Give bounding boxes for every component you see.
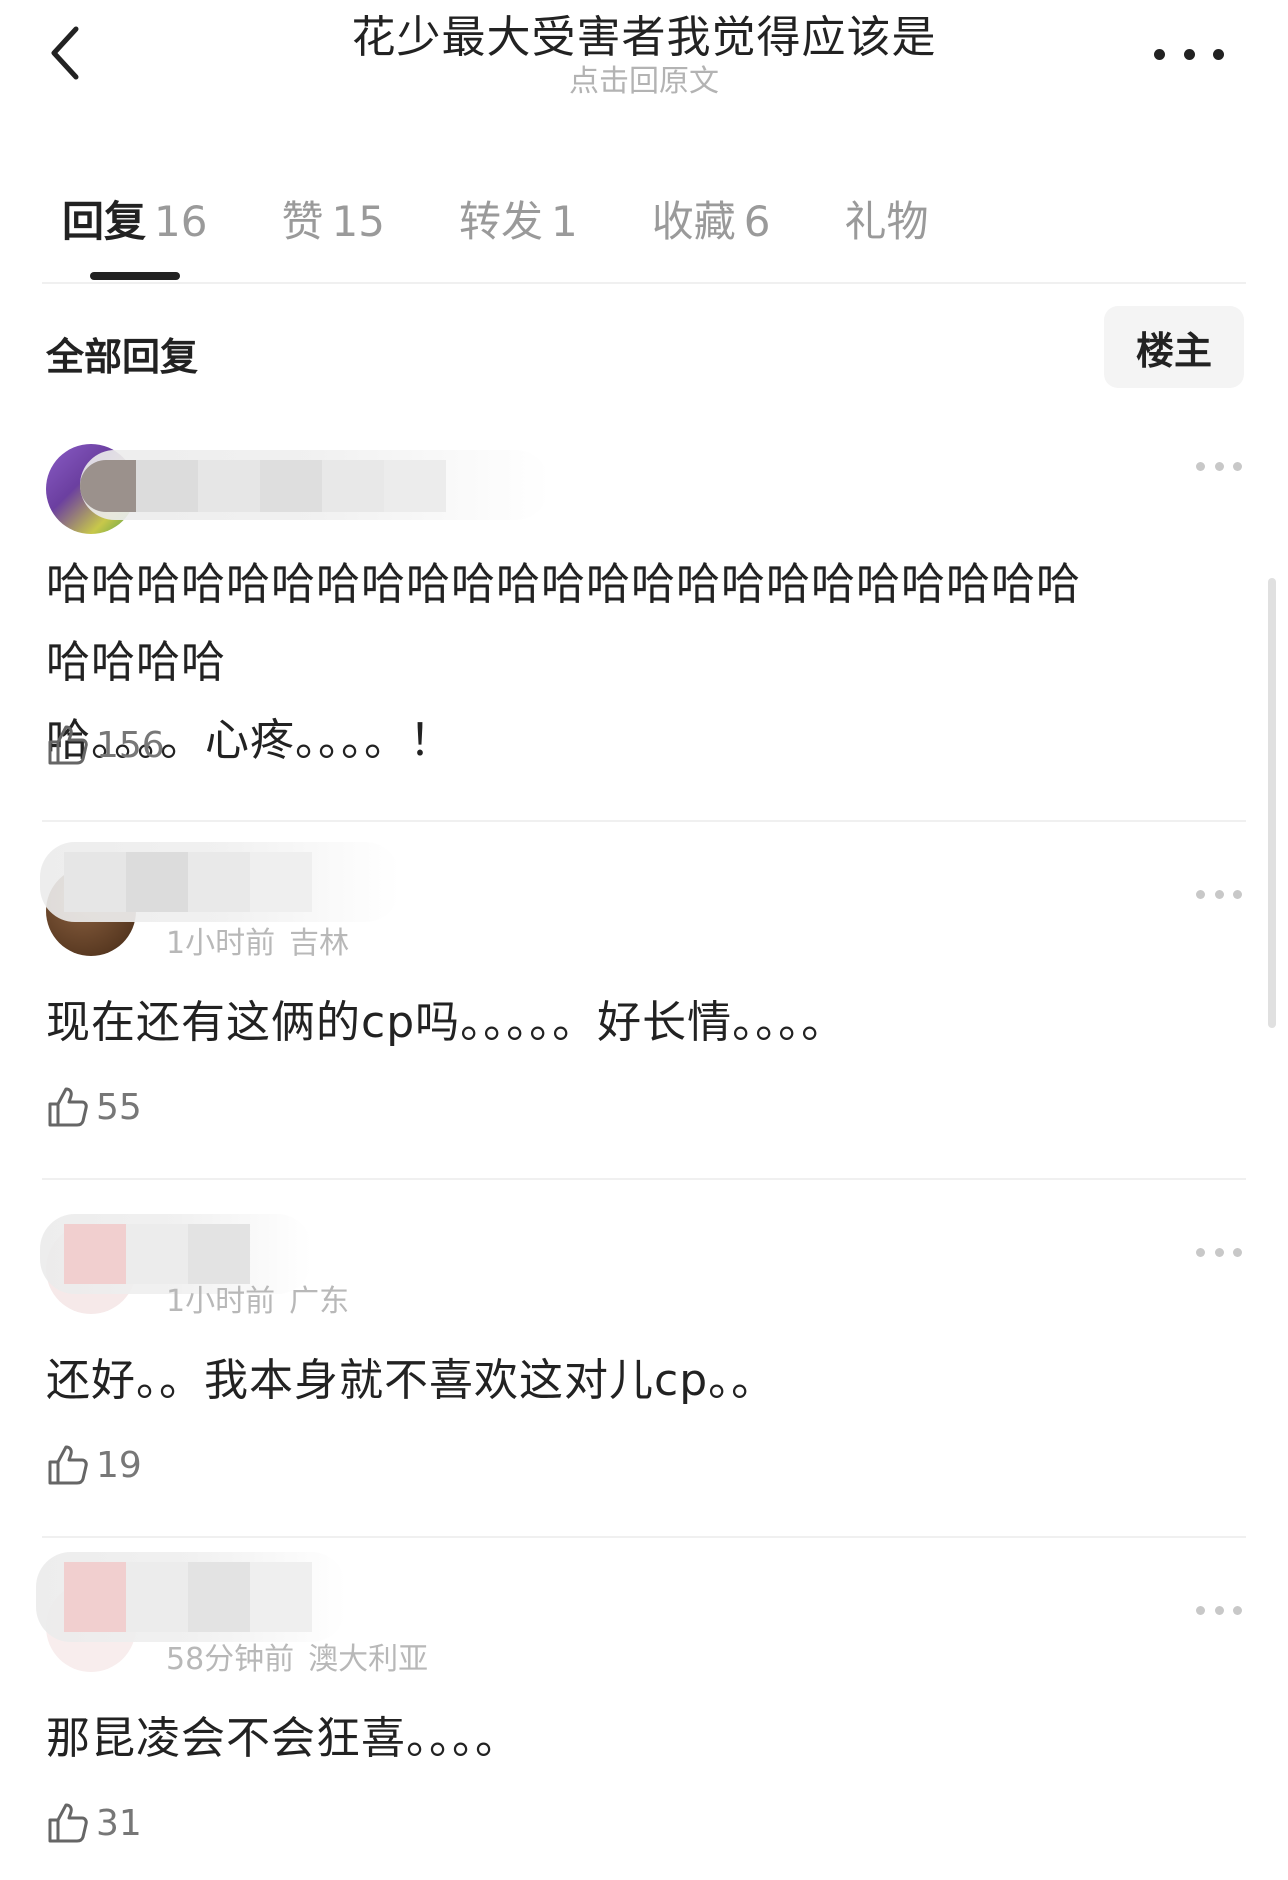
thumbs-up-icon: [48, 1087, 88, 1127]
tabs-divider: [42, 282, 1246, 284]
op-only-button[interactable]: 楼主: [1104, 306, 1244, 388]
scrollbar[interactable]: [1268, 578, 1276, 1028]
like-count: 156: [96, 724, 165, 766]
tab-replies[interactable]: 回复 16: [62, 188, 207, 249]
comment-divider: [42, 1536, 1246, 1538]
top-bar: 花少最大受害者我觉得应该是 点击回原文: [0, 0, 1288, 120]
page-title: 花少最大受害者我觉得应该是: [351, 12, 937, 63]
thumbs-up-icon: [48, 1445, 88, 1485]
like-button[interactable]: 31: [46, 1798, 142, 1848]
comment-more-icon[interactable]: [1196, 1242, 1242, 1262]
more-dots-icon[interactable]: [1154, 36, 1224, 72]
tab-gifts[interactable]: 礼物: [844, 188, 928, 249]
comment-meta: 58分钟前 澳大利亚: [166, 1642, 429, 1677]
comment-divider: [42, 1178, 1246, 1180]
comment-text: 现在还有这俩的cp吗。。。。。好长情。。。。: [46, 997, 847, 1048]
like-count: 55: [96, 1086, 142, 1128]
like-count: 31: [96, 1802, 142, 1844]
like-count: 19: [96, 1444, 142, 1486]
like-button[interactable]: 156: [46, 720, 165, 770]
tab-likes[interactable]: 赞 15: [281, 188, 384, 249]
comment-text: 还好。。我本身就不喜欢这对儿cp。。: [46, 1355, 777, 1406]
username-redacted: [40, 842, 400, 922]
all-replies-title: 全部回复: [46, 335, 199, 379]
comment-text: 哈哈哈哈哈哈哈哈哈哈哈哈哈哈哈哈哈哈哈哈哈哈哈哈哈哈哈 哈。。。。心疼。。。。！: [46, 559, 1081, 766]
back-to-original-link[interactable]: 点击回原文: [0, 64, 1288, 100]
comment-more-icon[interactable]: [1196, 884, 1242, 904]
comment-divider: [42, 820, 1246, 822]
thumbs-up-icon: [48, 1803, 88, 1843]
comment-more-icon[interactable]: [1196, 456, 1242, 476]
tab-reposts[interactable]: 转发 1: [459, 188, 578, 249]
like-button[interactable]: 55: [46, 1082, 142, 1132]
like-button[interactable]: 19: [46, 1440, 142, 1490]
thumbs-up-icon: [48, 725, 88, 765]
username-redacted: [80, 450, 550, 520]
tab-bar: 回复 16 赞 15 转发 1 收藏 6 礼物: [62, 186, 1002, 250]
username-redacted: [36, 1552, 346, 1642]
comment-meta: 1小时前 广东: [166, 1284, 350, 1319]
comment-more-icon[interactable]: [1196, 1600, 1242, 1620]
comment-meta: 1小时前 吉林: [166, 926, 350, 961]
comment-text: 那昆凌会不会狂喜。。。。: [46, 1713, 520, 1764]
tab-favorites[interactable]: 收藏 6: [652, 188, 771, 249]
active-tab-indicator: [90, 272, 180, 280]
